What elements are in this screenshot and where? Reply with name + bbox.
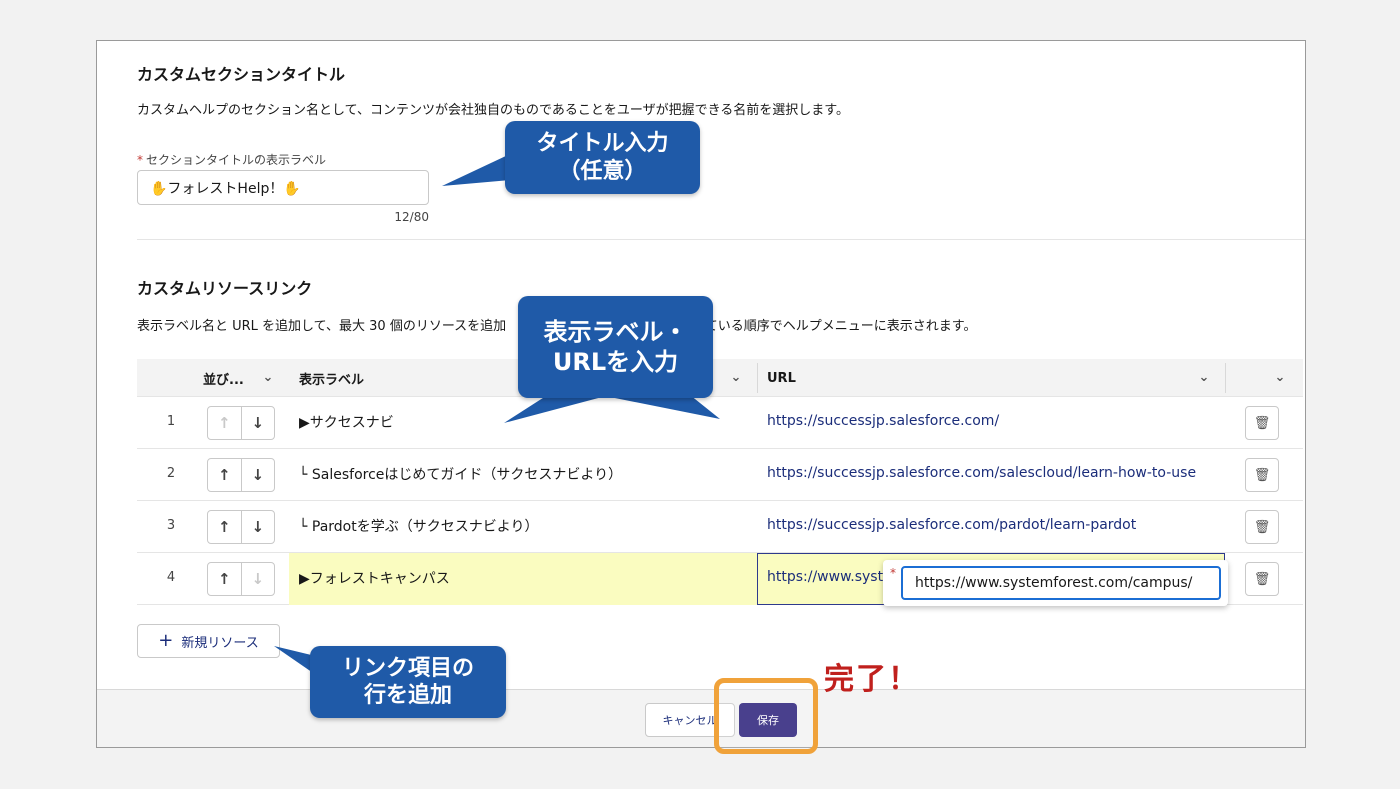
- column-divider: [1225, 363, 1226, 393]
- row-label[interactable]: └ Pardotを学ぶ（サクセスナビより）: [299, 516, 538, 536]
- header-order[interactable]: 並び...: [203, 359, 244, 397]
- reorder-buttons: ↑ ↓: [207, 562, 275, 596]
- header-url[interactable]: URL: [767, 359, 796, 397]
- section-title-field-label: * セクションタイトルの表示ラベル: [137, 153, 327, 167]
- reorder-buttons: ↑ ↓: [207, 458, 275, 492]
- trash-icon[interactable]: 🗑: [1245, 510, 1279, 544]
- custom-resource-links-heading: カスタムリソースリンク: [137, 279, 313, 298]
- row-label[interactable]: ▶フォレストキャンパス: [299, 568, 450, 588]
- arrow-up-icon[interactable]: ↑: [208, 511, 241, 543]
- save-highlight-box: [714, 678, 818, 754]
- chevron-down-icon[interactable]: ⌄: [729, 371, 743, 385]
- arrow-up-icon[interactable]: ↑: [208, 459, 241, 491]
- custom-section-title-heading: カスタムセクションタイトル: [137, 65, 346, 84]
- section-divider: [137, 239, 1305, 240]
- url-edit-input[interactable]: [901, 566, 1221, 600]
- reorder-buttons: ↑ ↓: [207, 406, 275, 440]
- callout-title-input: タイトル入力 （任意）: [505, 121, 700, 194]
- chevron-down-icon[interactable]: ⌄: [1273, 371, 1287, 385]
- arrow-down-icon[interactable]: ↓: [240, 407, 275, 439]
- row-number: 4: [166, 570, 176, 585]
- reorder-buttons: ↑ ↓: [207, 510, 275, 544]
- row-label[interactable]: └ Salesforceはじめてガイド（サクセスナビより）: [299, 464, 622, 484]
- trash-icon[interactable]: 🗑: [1245, 406, 1279, 440]
- trash-icon[interactable]: 🗑: [1245, 562, 1279, 596]
- table-row: 2 ↑ ↓ └ Salesforceはじめてガイド（サクセスナビより） http…: [137, 449, 1303, 501]
- custom-section-description: カスタムヘルプのセクション名として、コンテンツが会社独自のものであることをユーザ…: [137, 103, 850, 118]
- column-divider: [757, 363, 758, 393]
- trash-icon[interactable]: 🗑: [1245, 458, 1279, 492]
- arrow-down-icon[interactable]: ↓: [240, 563, 275, 595]
- table-row: 3 ↑ ↓ └ Pardotを学ぶ（サクセスナビより） https://succ…: [137, 501, 1303, 553]
- section-title-input[interactable]: [137, 170, 429, 205]
- url-edit-popover: *: [883, 560, 1228, 606]
- callout-label-url: 表示ラベル・ URLを入力: [518, 296, 713, 398]
- row-url[interactable]: https://successjp.salesforce.com/salescl…: [767, 465, 1196, 481]
- done-label: 完了！: [824, 662, 920, 697]
- plus-icon: +: [158, 630, 174, 651]
- header-label[interactable]: 表示ラベル: [299, 359, 364, 397]
- row-url[interactable]: https://successjp.salesforce.com/pardot/…: [767, 517, 1136, 533]
- row-number: 2: [166, 466, 176, 481]
- row-url[interactable]: https://successjp.salesforce.com/: [767, 413, 999, 429]
- row-number: 1: [166, 414, 176, 429]
- required-mark: *: [890, 566, 896, 580]
- chevron-down-icon[interactable]: ⌄: [1197, 371, 1211, 385]
- arrow-up-icon[interactable]: ↑: [208, 407, 241, 439]
- char-counter: 12/80: [394, 210, 429, 224]
- row-label[interactable]: ▶サクセスナビ: [299, 412, 394, 432]
- new-resource-button[interactable]: + 新規リソース: [137, 624, 280, 658]
- row-url[interactable]: https://www.syste: [767, 569, 892, 585]
- chevron-down-icon[interactable]: ⌄: [261, 371, 275, 385]
- arrow-down-icon[interactable]: ↓: [240, 511, 275, 543]
- callout-add-row: リンク項目の 行を追加: [310, 646, 506, 718]
- required-mark: *: [137, 153, 143, 167]
- row-number: 3: [166, 518, 176, 533]
- arrow-up-icon[interactable]: ↑: [208, 563, 241, 595]
- arrow-down-icon[interactable]: ↓: [240, 459, 275, 491]
